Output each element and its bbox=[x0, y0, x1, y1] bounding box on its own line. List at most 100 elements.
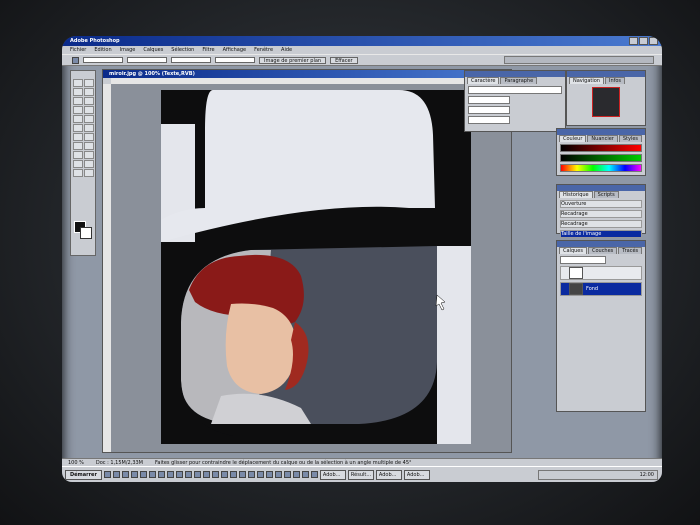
quick-launch-icon[interactable] bbox=[184, 471, 192, 478]
history-item[interactable]: Ouverture bbox=[560, 200, 642, 208]
dodge-tool-icon[interactable] bbox=[84, 133, 94, 141]
quick-launch-icon[interactable] bbox=[112, 471, 120, 478]
quick-launch-icon[interactable] bbox=[256, 471, 264, 478]
notes-tool-icon[interactable] bbox=[73, 160, 83, 168]
palette-well[interactable] bbox=[504, 56, 654, 64]
leading-field[interactable] bbox=[468, 106, 510, 114]
menu-view[interactable]: Affichage bbox=[223, 46, 247, 54]
layer-row[interactable] bbox=[560, 266, 642, 280]
tab-scripts[interactable]: Scripts bbox=[593, 191, 619, 198]
menu-edit[interactable]: Edition bbox=[94, 46, 111, 54]
menu-file[interactable]: Fichier bbox=[70, 46, 86, 54]
quick-launch-icon[interactable] bbox=[292, 471, 300, 478]
move-tool-icon[interactable] bbox=[84, 79, 94, 87]
history-item-selected[interactable]: Taille de l'image bbox=[560, 230, 642, 238]
quick-launch-icon[interactable] bbox=[301, 471, 309, 478]
layer-row-selected[interactable]: Fond bbox=[560, 282, 642, 296]
red-slider[interactable] bbox=[560, 144, 642, 152]
zoom-tool-icon[interactable] bbox=[84, 169, 94, 177]
healing-tool-icon[interactable] bbox=[73, 106, 83, 114]
type-tool-icon[interactable] bbox=[84, 142, 94, 150]
hand-tool-icon[interactable] bbox=[73, 169, 83, 177]
menu-filter[interactable]: Filtre bbox=[202, 46, 214, 54]
navigator-thumbnail[interactable] bbox=[592, 87, 620, 117]
font-size-field[interactable] bbox=[468, 96, 510, 104]
tab-layers[interactable]: Calques bbox=[559, 247, 587, 254]
magic-wand-tool-icon[interactable] bbox=[84, 88, 94, 96]
quick-launch-icon[interactable] bbox=[238, 471, 246, 478]
quick-launch-icon[interactable] bbox=[166, 471, 174, 478]
minimize-icon[interactable] bbox=[629, 37, 638, 45]
tab-swatches[interactable]: Nuancier bbox=[587, 135, 618, 142]
quick-launch-icon[interactable] bbox=[148, 471, 156, 478]
quick-launch-icon[interactable] bbox=[130, 471, 138, 478]
stamp-tool-icon[interactable] bbox=[73, 115, 83, 123]
color-spectrum-bar[interactable] bbox=[560, 164, 642, 172]
blur-tool-icon[interactable] bbox=[73, 133, 83, 141]
start-button[interactable]: Démarrer bbox=[65, 469, 102, 480]
tab-styles[interactable]: Styles bbox=[618, 135, 643, 142]
tab-channels[interactable]: Couches bbox=[587, 247, 618, 254]
taskbar-button[interactable]: Adob... bbox=[375, 469, 402, 480]
units-select[interactable] bbox=[215, 57, 255, 63]
quick-launch-icon[interactable] bbox=[229, 471, 237, 478]
menu-help[interactable]: Aide bbox=[281, 46, 292, 54]
pen-tool-icon[interactable] bbox=[73, 151, 83, 159]
crop-tool-icon[interactable] bbox=[73, 97, 83, 105]
clock[interactable]: 12:00 bbox=[640, 472, 654, 478]
font-family-field[interactable] bbox=[468, 86, 562, 94]
shape-tool-icon[interactable] bbox=[84, 151, 94, 159]
quick-launch-icon[interactable] bbox=[220, 471, 228, 478]
slice-tool-icon[interactable] bbox=[84, 97, 94, 105]
quick-launch-icon[interactable] bbox=[274, 471, 282, 478]
taskbar-button[interactable]: Résult... bbox=[347, 469, 374, 480]
history-item[interactable]: Recadrage bbox=[560, 210, 642, 218]
quick-launch-icon[interactable] bbox=[211, 471, 219, 478]
document-artwork[interactable] bbox=[161, 90, 471, 444]
tab-color[interactable]: Couleur bbox=[559, 135, 587, 142]
resolution-field[interactable] bbox=[171, 57, 211, 63]
quick-launch-icon[interactable] bbox=[193, 471, 201, 478]
brush-tool-icon[interactable] bbox=[84, 106, 94, 114]
tab-paragraph[interactable]: Paragraphe bbox=[500, 77, 538, 84]
background-color-swatch[interactable] bbox=[80, 227, 92, 239]
history-item[interactable]: Recadrage bbox=[560, 220, 642, 228]
height-field[interactable] bbox=[127, 57, 167, 63]
marquee-tool-icon[interactable] bbox=[73, 79, 83, 87]
quick-launch-icon[interactable] bbox=[247, 471, 255, 478]
quick-launch-icon[interactable] bbox=[265, 471, 273, 478]
crop-tool-icon[interactable] bbox=[72, 56, 79, 64]
front-image-button[interactable]: Image de premier plan bbox=[259, 56, 327, 64]
quick-launch-icon[interactable] bbox=[175, 471, 183, 478]
quick-launch-icon[interactable] bbox=[283, 471, 291, 478]
taskbar-button[interactable]: Adob... bbox=[319, 469, 346, 480]
taskbar-button[interactable]: Adob... bbox=[403, 469, 430, 480]
width-field[interactable] bbox=[83, 57, 123, 63]
lasso-tool-icon[interactable] bbox=[73, 88, 83, 96]
blend-mode-select[interactable] bbox=[560, 256, 606, 264]
menu-layers[interactable]: Calques bbox=[143, 46, 163, 54]
tracking-field[interactable] bbox=[468, 116, 510, 124]
maximize-icon[interactable] bbox=[639, 37, 648, 45]
path-selection-tool-icon[interactable] bbox=[73, 142, 83, 150]
quick-launch-icon[interactable] bbox=[121, 471, 129, 478]
eraser-tool-icon[interactable] bbox=[73, 124, 83, 132]
quick-launch-icon[interactable] bbox=[157, 471, 165, 478]
tab-paths[interactable]: Tracés bbox=[618, 247, 643, 254]
gradient-tool-icon[interactable] bbox=[84, 124, 94, 132]
tab-history[interactable]: Historique bbox=[559, 191, 593, 198]
tab-info[interactable]: Infos bbox=[604, 77, 626, 84]
quick-launch-icon[interactable] bbox=[103, 471, 111, 478]
menu-image[interactable]: Image bbox=[120, 46, 136, 54]
eyedropper-tool-icon[interactable] bbox=[84, 160, 94, 168]
history-brush-tool-icon[interactable] bbox=[84, 115, 94, 123]
quick-launch-icon[interactable] bbox=[202, 471, 210, 478]
quick-launch-icon[interactable] bbox=[310, 471, 318, 478]
quick-launch-icon[interactable] bbox=[139, 471, 147, 478]
close-icon[interactable] bbox=[649, 37, 658, 45]
tab-character[interactable]: Caractère bbox=[467, 77, 500, 84]
clear-button[interactable]: Effacer bbox=[330, 56, 358, 64]
zoom-level[interactable]: 100 % bbox=[68, 459, 84, 466]
green-slider[interactable] bbox=[560, 154, 642, 162]
canvas-area[interactable] bbox=[111, 84, 511, 452]
